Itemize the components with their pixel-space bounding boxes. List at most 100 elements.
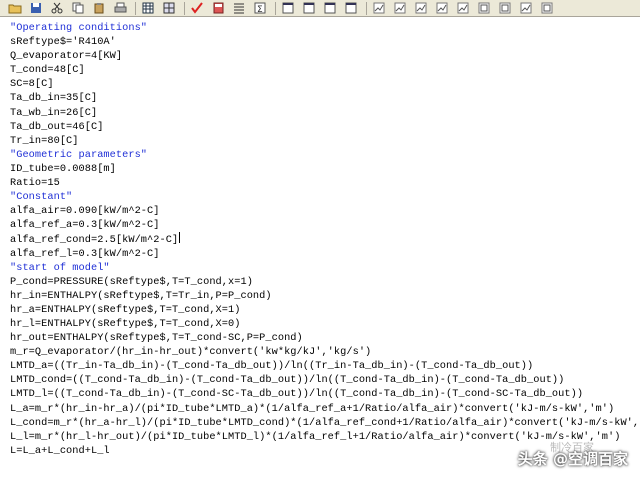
comment-line[interactable]: "Geometric parameters" bbox=[10, 148, 640, 162]
equation-line[interactable]: Ta_wb_in=26[C] bbox=[10, 106, 640, 120]
equation-line[interactable]: L_a=m_r*(hr_in-hr_a)/(pi*ID_tube*LMTD_a)… bbox=[10, 402, 640, 416]
equation-line[interactable]: LMTD_cond=((T_cond-Ta_db_in)-(T_cond-Ta_… bbox=[10, 373, 640, 387]
line-text: alfa_ref_a=0.3[kW/m^2-C] bbox=[10, 219, 160, 232]
equation-line[interactable]: SC=8[C] bbox=[10, 77, 640, 91]
chart-icon bbox=[436, 2, 448, 14]
paste-icon bbox=[93, 2, 105, 14]
diagram-button[interactable] bbox=[496, 1, 514, 16]
window-button[interactable] bbox=[300, 1, 318, 16]
line-text: m_r=Q_evaporator/(hr_in-hr_out)*convert(… bbox=[10, 346, 372, 359]
sum-button[interactable]: Σ bbox=[251, 1, 269, 16]
line-text: "Operating conditions" bbox=[10, 22, 148, 34]
line-text: LMTD_cond=((T_cond-Ta_db_in)-(T_cond-Ta_… bbox=[10, 374, 565, 387]
window-button[interactable] bbox=[342, 1, 360, 16]
equation-line[interactable]: hr_in=ENTHALPY(sReftype$,T=Tr_in,P=P_con… bbox=[10, 289, 640, 303]
watermark-text: 头条 @空调百家 bbox=[517, 450, 628, 468]
line-text: hr_l=ENTHALPY(sReftype$,T=T_cond,X=0) bbox=[10, 317, 241, 330]
diagram-button[interactable] bbox=[475, 1, 493, 16]
equation-line[interactable]: hr_out=ENTHALPY(sReftype$,T=T_cond-SC,P=… bbox=[10, 331, 640, 345]
chart-button[interactable] bbox=[391, 1, 409, 16]
comment-line[interactable]: "start of model" bbox=[10, 261, 640, 275]
chart-button[interactable] bbox=[370, 1, 388, 16]
equation-line[interactable]: Ratio=15 bbox=[10, 176, 640, 190]
line-text: "Geometric parameters" bbox=[10, 148, 148, 161]
cut-button[interactable] bbox=[48, 1, 66, 16]
equation-line[interactable]: ID_tube=0.0088[m] bbox=[10, 162, 640, 176]
toolbar-separator bbox=[275, 1, 276, 15]
chart-icon bbox=[415, 2, 427, 14]
equation-line[interactable]: hr_a=ENTHALPY(sReftype$,T=T_cond,X=1) bbox=[10, 303, 640, 317]
line-text: Ta_db_in=35[C] bbox=[10, 92, 98, 105]
line-text: alfa_ref_cond=2.5[kW/m^2-C] bbox=[10, 234, 179, 247]
chart-button[interactable] bbox=[517, 1, 535, 16]
equation-line[interactable]: LMTD_l=((T_cond-Ta_db_in)-(T_cond-SC-Ta_… bbox=[10, 387, 640, 401]
window-icon bbox=[303, 2, 315, 14]
diagram-icon bbox=[541, 2, 553, 14]
table-icon bbox=[142, 2, 154, 14]
open-button[interactable] bbox=[6, 1, 24, 16]
grid-button[interactable] bbox=[160, 1, 178, 16]
chart-button[interactable] bbox=[454, 1, 472, 16]
line-text: hr_a=ENTHALPY(sReftype$,T=T_cond,X=1) bbox=[10, 303, 241, 316]
equation-line[interactable]: LMTD_a=((Tr_in-Ta_db_in)-(T_cond-Ta_db_o… bbox=[10, 359, 640, 373]
copy-button[interactable] bbox=[69, 1, 87, 16]
comment-line[interactable]: "Constant" bbox=[10, 190, 640, 204]
line-text: alfa_ref_l=0.3[kW/m^2-C] bbox=[10, 247, 160, 260]
window-button[interactable] bbox=[279, 1, 297, 16]
chart-icon bbox=[373, 2, 385, 14]
open-icon bbox=[8, 2, 22, 14]
line-text: Ta_wb_in=26[C] bbox=[10, 106, 98, 119]
equations-editor[interactable]: "Operating conditions" sReftype$='R410A' Q… bbox=[0, 18, 640, 479]
toolbar-separator bbox=[135, 1, 136, 15]
cut-icon bbox=[51, 2, 63, 14]
toolbar-separator bbox=[184, 1, 185, 15]
equation-line[interactable]: T_cond=48[C] bbox=[10, 63, 640, 77]
line-text: Q_evaporator=4[KW] bbox=[10, 50, 123, 63]
diagram-button[interactable] bbox=[538, 1, 556, 16]
chart-icon bbox=[520, 2, 532, 14]
equation-line[interactable]: L_l=m_r*(hr_l-hr_out)/(pi*ID_tube*LMTD_l… bbox=[10, 430, 640, 444]
list-button[interactable] bbox=[230, 1, 248, 16]
chart-icon bbox=[394, 2, 406, 14]
save-button[interactable] bbox=[27, 1, 45, 16]
chart-button[interactable] bbox=[412, 1, 430, 16]
chart-button[interactable] bbox=[433, 1, 451, 16]
calculator-button[interactable] bbox=[209, 1, 227, 16]
equation-line[interactable]: sReftype$='R410A' bbox=[10, 35, 640, 49]
svg-text:Σ: Σ bbox=[257, 5, 263, 14]
equation-line[interactable]: alfa_ref_l=0.3[kW/m^2-C] bbox=[10, 247, 640, 261]
equation-line[interactable]: Tr_in=80[C] bbox=[10, 134, 640, 148]
save-icon bbox=[30, 2, 42, 14]
copy-icon bbox=[72, 2, 84, 14]
list-icon bbox=[233, 2, 245, 14]
equation-line[interactable]: alfa_air=0.090[kW/m^2-C] bbox=[10, 204, 640, 218]
comment-line[interactable]: "Operating conditions" bbox=[10, 21, 640, 35]
line-text: hr_out=ENTHALPY(sReftype$,T=T_cond-SC,P=… bbox=[10, 332, 303, 345]
equation-line[interactable]: Q_evaporator=4[KW] bbox=[10, 49, 640, 63]
line-text: T_cond=48[C] bbox=[10, 64, 85, 77]
equation-lines: "Operating conditions" sReftype$='R410A' Q… bbox=[10, 21, 640, 458]
paste-button[interactable] bbox=[90, 1, 108, 16]
window-button[interactable] bbox=[321, 1, 339, 16]
line-text: LMTD_a=((Tr_in-Ta_db_in)-(T_cond-Ta_db_o… bbox=[10, 360, 534, 373]
line-text: ID_tube=0.0088[m] bbox=[10, 162, 116, 175]
equation-line[interactable]: hr_l=ENTHALPY(sReftype$,T=T_cond,X=0) bbox=[10, 317, 640, 331]
equation-line[interactable]: L_cond=m_r*(hr_a-hr_l)/(pi*ID_tube*LMTD_… bbox=[10, 416, 640, 430]
equation-line[interactable]: m_r=Q_evaporator/(hr_in-hr_out)*convert(… bbox=[10, 345, 640, 359]
line-text: Ta_db_out=46[C] bbox=[10, 120, 104, 133]
check-button[interactable] bbox=[188, 1, 206, 16]
equation-line[interactable]: P_cond=PRESSURE(sReftype$,T=T_cond,x=1) bbox=[10, 275, 640, 289]
equation-line[interactable]: alfa_ref_a=0.3[kW/m^2-C] bbox=[10, 218, 640, 232]
line-text: L_cond=m_r*(hr_a-hr_l)/(pi*ID_tube*LMTD_… bbox=[10, 416, 640, 429]
window-icon bbox=[282, 2, 294, 14]
equation-line[interactable]: alfa_ref_cond=2.5[kW/m^2-C] bbox=[10, 232, 640, 246]
equation-line[interactable]: Ta_db_in=35[C] bbox=[10, 91, 640, 105]
toolbar-separator bbox=[366, 1, 367, 15]
check-icon bbox=[191, 2, 203, 14]
line-text: Ratio=15 bbox=[10, 177, 60, 190]
table-button[interactable] bbox=[139, 1, 157, 16]
line-text: sReftype$='R410A' bbox=[10, 36, 116, 49]
print-icon bbox=[114, 2, 127, 14]
print-button[interactable] bbox=[111, 1, 129, 16]
equation-line[interactable]: Ta_db_out=46[C] bbox=[10, 120, 640, 134]
